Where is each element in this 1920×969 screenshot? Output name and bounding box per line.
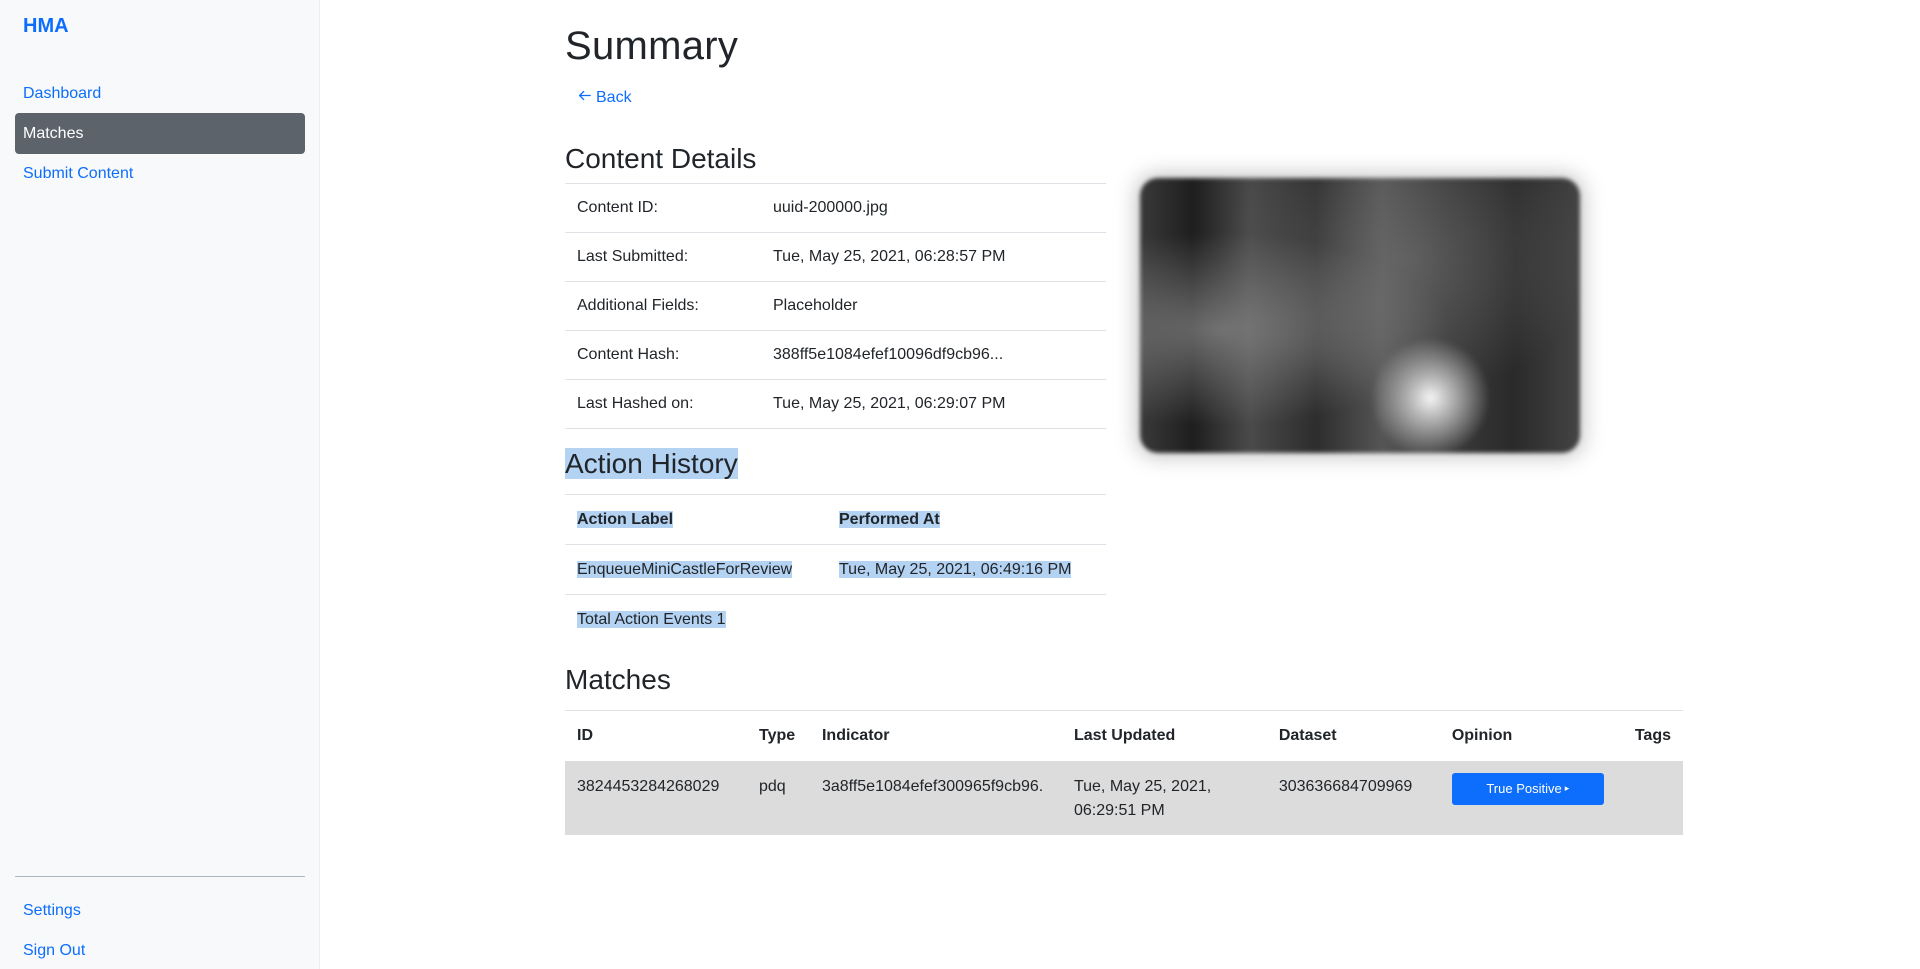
detail-value: Placeholder <box>761 281 1106 331</box>
detail-key: Additional Fields: <box>565 281 761 331</box>
sidebar-item-dashboard[interactable]: Dashboard <box>15 73 305 114</box>
column-header-label: Action Label <box>577 510 674 528</box>
sidebar-item-submit-content[interactable]: Submit Content <box>15 153 305 194</box>
action-label-cell: EnqueueMiniCastleForReview <box>565 544 827 595</box>
column-header-tags: Tags <box>1622 710 1683 761</box>
sidebar-item-settings[interactable]: Settings <box>15 890 305 931</box>
sidebar-divider <box>15 876 305 877</box>
detail-key: Last Submitted: <box>565 232 761 282</box>
detail-value: uuid-200000.jpg <box>761 183 1106 233</box>
opinion-label: True Positive <box>1486 781 1562 796</box>
detail-key: Content Hash: <box>565 330 761 380</box>
column-header-type: Type <box>746 710 810 761</box>
detail-key: Content ID: <box>565 183 761 233</box>
action-label: EnqueueMiniCastleForReview <box>577 560 793 578</box>
match-tags <box>1622 760 1683 835</box>
table-row: Content ID: uuid-200000.jpg <box>565 183 1106 233</box>
performed-at-cell: Tue, May 25, 2021, 06:49:16 PM <box>827 544 1106 595</box>
caret-right-icon: ▸ <box>1564 783 1570 793</box>
column-header-last-updated: Last Updated <box>1061 710 1267 761</box>
content-preview-image <box>1140 178 1580 453</box>
table-header-row: Action Label Performed At <box>565 494 1106 545</box>
column-header-label: Performed At <box>839 510 940 528</box>
sidebar-item-matches[interactable]: Matches <box>15 113 305 154</box>
back-link[interactable]: Back <box>578 89 632 107</box>
table-row: Content Hash: 388ff5e1084efef10096df9cb9… <box>565 330 1106 380</box>
table-header-row: ID Type Indicator Last Updated Dataset O… <box>565 710 1683 761</box>
detail-value: Tue, May 25, 2021, 06:29:07 PM <box>761 379 1106 429</box>
table-row: Last Hashed on: Tue, May 25, 2021, 06:29… <box>565 379 1106 429</box>
match-last-updated: Tue, May 25, 2021, 06:29:51 PM <box>1061 760 1267 835</box>
back-link-label: Back <box>596 89 632 106</box>
column-header-id: ID <box>565 710 747 761</box>
match-type: pdq <box>746 760 810 835</box>
action-history-title-text: Action History <box>565 448 738 479</box>
matches-table: ID Type Indicator Last Updated Dataset O… <box>565 710 1683 835</box>
column-header-indicator: Indicator <box>809 710 1062 761</box>
match-dataset: 303636684709969 <box>1266 760 1440 835</box>
table-row: Additional Fields: Placeholder <box>565 281 1106 331</box>
match-id: 3824453284268029 <box>565 760 747 835</box>
content-details-title: Content Details <box>565 143 757 174</box>
column-header: Action Label <box>565 494 827 545</box>
total-action-events-cell: Total Action Events 1 <box>565 594 1106 645</box>
detail-value: Tue, May 25, 2021, 06:28:57 PM <box>761 232 1106 282</box>
action-history-table: Action Label Performed At EnqueueMiniCas… <box>565 494 1106 645</box>
detail-value: 388ff5e1084efef10096df9cb96... <box>761 330 1106 380</box>
brand-logo[interactable]: HMA <box>23 15 69 38</box>
table-row: Last Submitted: Tue, May 25, 2021, 06:28… <box>565 232 1106 282</box>
table-row[interactable]: 3824453284268029 pdq 3a8ff5e1084efef3009… <box>565 760 1683 835</box>
action-history-title: Action History <box>565 448 738 480</box>
total-action-events: Total Action Events 1 <box>577 610 726 628</box>
opinion-dropdown-button[interactable]: True Positive ▸ <box>1451 772 1604 805</box>
sidebar-item-sign-out[interactable]: Sign Out <box>15 930 305 969</box>
column-header: Performed At <box>827 494 1106 545</box>
main-content: Summary Back Content Details Content ID:… <box>565 0 1685 969</box>
content-details-table: Content ID: uuid-200000.jpg Last Submitt… <box>565 183 1106 429</box>
column-header-dataset: Dataset <box>1266 710 1440 761</box>
sidebar: HMA Dashboard Matches Submit Content Set… <box>0 0 320 969</box>
table-row: Total Action Events 1 <box>565 594 1106 645</box>
performed-at: Tue, May 25, 2021, 06:49:16 PM <box>839 560 1072 578</box>
matches-title: Matches <box>565 664 671 695</box>
match-indicator: 3a8ff5e1084efef300965f9cb96. <box>809 760 1062 835</box>
detail-key: Last Hashed on: <box>565 379 761 429</box>
table-row: EnqueueMiniCastleForReview Tue, May 25, … <box>565 544 1106 595</box>
page-title: Summary <box>565 24 739 68</box>
match-opinion: True Positive ▸ <box>1439 760 1623 835</box>
arrow-left-icon <box>578 89 591 107</box>
column-header-opinion: Opinion <box>1439 710 1623 761</box>
